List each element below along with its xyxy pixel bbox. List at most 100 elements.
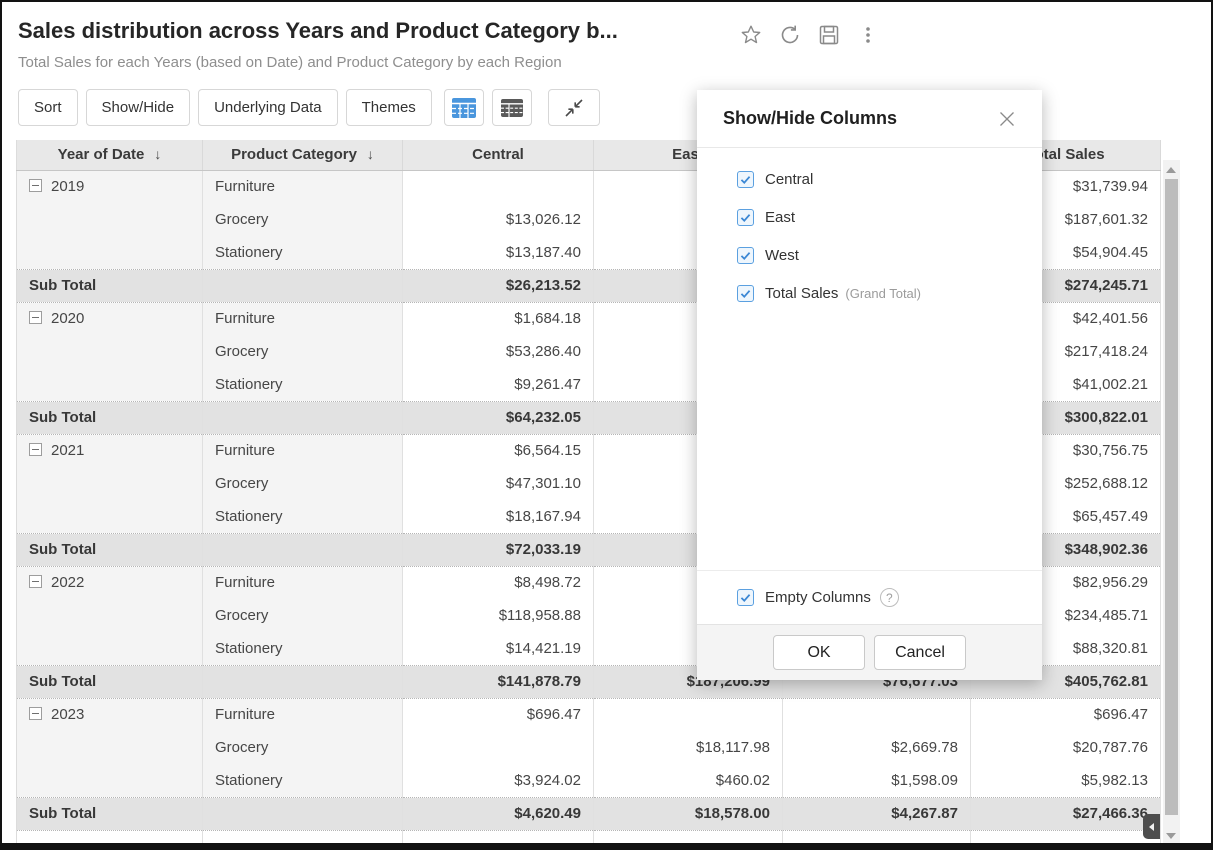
category-cell [203, 797, 403, 830]
year-cell [17, 467, 203, 500]
cell-east [594, 698, 783, 731]
category-cell [203, 533, 403, 566]
category-cell: Furniture [203, 566, 403, 599]
column-checkbox-list: Central East WestTotal Sales(Grand Total) [697, 148, 1042, 570]
dialog-header: Show/Hide Columns [697, 90, 1042, 148]
cell-east: $460.02 [594, 764, 783, 797]
year-label: 2021 [51, 442, 84, 459]
show-hide-button[interactable]: Show/Hide [86, 89, 191, 126]
cell-central [403, 731, 594, 764]
cell-central: $118,958.88 [403, 599, 594, 632]
year-cell [17, 599, 203, 632]
vertical-scrollbar[interactable] [1163, 160, 1180, 846]
kebab-menu-icon[interactable] [855, 22, 881, 48]
sort-descending-icon[interactable]: ↓ [367, 146, 374, 162]
category-cell: Stationery [203, 632, 403, 665]
refresh-icon[interactable] [777, 22, 803, 48]
grand-total-note: (Grand Total) [845, 286, 921, 301]
cell-central: $18,167.94 [403, 500, 594, 533]
column-toggle-central: Central [697, 160, 1042, 198]
column-toggle-total-sales: Total Sales(Grand Total) [697, 274, 1042, 312]
empty-columns-row: Empty Columns ? [697, 570, 1042, 624]
column-header-product-category[interactable]: Product Category↓ [203, 140, 403, 170]
scroll-down-icon[interactable] [1166, 833, 1176, 839]
checkbox-east[interactable] [737, 209, 754, 226]
category-cell: Stationery [203, 368, 403, 401]
collapse-button[interactable] [548, 89, 600, 126]
year-cell: 2023 [17, 698, 203, 731]
cell-central: $53,286.40 [403, 335, 594, 368]
save-icon[interactable] [816, 22, 842, 48]
category-cell: Grocery [203, 335, 403, 368]
cell-total-sales: $696.47 [971, 698, 1161, 731]
cell-central: $14,421.19 [403, 632, 594, 665]
year-label: 2023 [51, 706, 84, 723]
empty-columns-label: Empty Columns [765, 589, 871, 606]
category-cell [203, 269, 403, 302]
category-cell: Stationery [203, 764, 403, 797]
collapse-year-icon[interactable] [29, 707, 42, 720]
themes-button[interactable]: Themes [346, 89, 432, 126]
checkbox-west[interactable] [737, 247, 754, 264]
cell [403, 830, 594, 845]
year-cell [17, 368, 203, 401]
category-cell: Furniture [203, 302, 403, 335]
pivot-row: Grocery$18,117.98$2,669.78$20,787.76 [17, 731, 1161, 764]
scrollbar-thumb[interactable] [1165, 179, 1178, 815]
year-cell [17, 236, 203, 269]
collapse-year-icon[interactable] [29, 575, 42, 588]
cell-total-sales: $27,466.36 [971, 797, 1161, 830]
cell-central: $26,213.52 [403, 269, 594, 302]
cell-central: $13,187.40 [403, 236, 594, 269]
toolbar: Sort Show/Hide Underlying Data Themes [18, 89, 600, 126]
sort-button[interactable]: Sort [18, 89, 78, 126]
page-subtitle: Total Sales for each Years (based on Dat… [18, 54, 562, 71]
sort-descending-icon[interactable]: ↓ [154, 146, 161, 162]
collapse-year-icon[interactable] [29, 311, 42, 324]
underlying-data-button[interactable]: Underlying Data [198, 89, 338, 126]
year-label: 2022 [51, 574, 84, 591]
pivot-view-button[interactable] [444, 89, 484, 126]
subtotal-label-cell: Sub Total [17, 533, 203, 566]
category-cell: Grocery [203, 731, 403, 764]
empty-columns-checkbox[interactable] [737, 589, 754, 606]
category-cell: Grocery [203, 467, 403, 500]
horizontal-scroll-handle[interactable] [1143, 814, 1160, 839]
ok-button[interactable]: OK [773, 635, 865, 670]
clipped-row [17, 830, 1161, 845]
star-icon[interactable] [738, 22, 764, 48]
help-icon[interactable]: ? [880, 588, 899, 607]
checkbox-total-sales[interactable] [737, 285, 754, 302]
cell-west: $1,598.09 [783, 764, 971, 797]
year-cell [17, 335, 203, 368]
close-icon[interactable] [996, 108, 1018, 130]
cell-central: $1,684.18 [403, 302, 594, 335]
left-triangle-icon [1149, 823, 1154, 831]
year-cell [17, 500, 203, 533]
cell-west: $2,669.78 [783, 731, 971, 764]
checkbox-label: East [765, 209, 795, 226]
category-cell [203, 401, 403, 434]
cell-central: $141,878.79 [403, 665, 594, 698]
cell [783, 830, 971, 845]
collapse-year-icon[interactable] [29, 179, 42, 192]
cancel-button[interactable]: Cancel [874, 635, 966, 670]
collapse-icon [562, 96, 586, 120]
cell [971, 830, 1161, 845]
checkbox-central[interactable] [737, 171, 754, 188]
report-actions [738, 22, 881, 48]
column-toggle-west: West [697, 236, 1042, 274]
column-header-year-of-date[interactable]: Year of Date↓ [17, 140, 203, 170]
column-header-central[interactable]: Central [403, 140, 594, 170]
category-cell: Grocery [203, 599, 403, 632]
scroll-up-icon[interactable] [1166, 167, 1176, 173]
category-cell: Stationery [203, 500, 403, 533]
checkbox-label: Central [765, 171, 813, 188]
cell-west [783, 698, 971, 731]
tabular-view-button[interactable] [492, 89, 532, 126]
analytics-window: Sales distribution across Years and Prod… [0, 0, 1213, 850]
collapse-year-icon[interactable] [29, 443, 42, 456]
year-cell: 2020 [17, 302, 203, 335]
subtotal-label-cell: Sub Total [17, 665, 203, 698]
subtotal-label-cell: Sub Total [17, 269, 203, 302]
